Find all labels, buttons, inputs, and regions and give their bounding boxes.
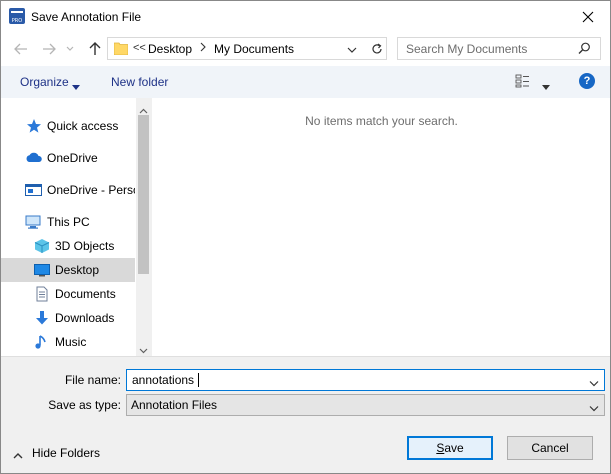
document-icon <box>34 286 50 302</box>
sidebar-item-onedrive[interactable]: OneDrive <box>1 146 135 170</box>
sidebar-item-desktop[interactable]: Desktop <box>1 258 135 282</box>
download-icon <box>34 310 50 326</box>
navigation-pane: Quick access OneDrive OneDrive - Perso T… <box>1 98 151 356</box>
window-title: Save Annotation File <box>31 10 142 24</box>
search-icon[interactable] <box>578 42 591 58</box>
sidebar-item-label: 3D Objects <box>55 239 115 253</box>
organize-button[interactable]: Organize <box>20 75 69 89</box>
sidebar-item-3d-objects[interactable]: 3D Objects <box>1 234 135 258</box>
sidebar-item-downloads[interactable]: Downloads <box>1 306 135 330</box>
svg-text:PRO: PRO <box>12 18 22 24</box>
save-type-dropdown-icon[interactable] <box>589 401 599 415</box>
organize-caret-icon[interactable] <box>72 79 80 93</box>
chevron-right-icon[interactable] <box>200 42 206 55</box>
command-bar: Organize New folder ? <box>1 66 610 98</box>
sidebar-item-label: OneDrive <box>47 151 98 165</box>
onedrive-business-icon <box>25 182 42 198</box>
address-overflow[interactable]: << <box>133 42 146 54</box>
save-type-label: Save as type: <box>48 398 121 412</box>
scrollbar-thumb[interactable] <box>138 115 149 274</box>
chevron-down-icon[interactable] <box>63 40 77 58</box>
new-folder-button[interactable]: New folder <box>111 75 168 89</box>
file-name-field[interactable]: annotations <box>126 369 605 391</box>
hide-folders-label: Hide Folders <box>32 446 101 460</box>
sidebar-item-onedrive-personal[interactable]: OneDrive - Perso <box>1 178 135 202</box>
refresh-icon[interactable] <box>365 39 387 59</box>
address-dropdown-icon[interactable] <box>347 43 357 57</box>
sidebar-item-this-pc[interactable]: This PC <box>1 210 135 234</box>
sidebar-item-label: Music <box>55 335 87 349</box>
folder-icon <box>113 42 129 58</box>
back-arrow-icon[interactable] <box>11 40 31 58</box>
search-placeholder: Search My Documents <box>406 42 528 56</box>
view-caret-icon[interactable] <box>542 79 550 93</box>
sidebar-item-label: This PC <box>47 215 90 229</box>
chevron-up-icon <box>13 448 23 462</box>
sidebar-item-label: Desktop <box>55 263 100 277</box>
sidebar-item-documents[interactable]: Documents <box>1 282 135 306</box>
cube-icon <box>34 238 50 254</box>
computer-icon <box>25 214 41 230</box>
search-input[interactable]: Search My Documents <box>397 37 601 60</box>
help-icon[interactable]: ? <box>579 73 595 89</box>
save-dialog: PRO Save Annotation File << Desktop My D… <box>0 0 611 474</box>
save-button[interactable]: Save <box>407 436 493 460</box>
music-icon <box>34 334 50 350</box>
save-type-value: Annotation Files <box>131 398 218 412</box>
sidebar-item-label: Quick access <box>47 119 119 133</box>
cancel-button[interactable]: Cancel <box>507 436 593 460</box>
empty-message: No items match your search. <box>305 114 458 128</box>
address-row: << Desktop My Documents Search My Docume… <box>1 32 610 66</box>
address-segment-desktop[interactable]: Desktop <box>148 42 192 56</box>
file-name-label: File name: <box>64 373 121 387</box>
scroll-down-icon[interactable] <box>139 343 148 357</box>
address-bar[interactable]: << Desktop My Documents <box>107 37 387 60</box>
sidebar-item-music[interactable]: Music <box>1 330 135 354</box>
forward-arrow-icon[interactable] <box>39 40 59 58</box>
file-list-pane[interactable]: No items match your search. <box>151 98 610 356</box>
file-name-value: annotations <box>132 373 195 387</box>
star-icon <box>26 118 42 134</box>
sidebar-item-quick-access[interactable]: Quick access <box>1 114 135 138</box>
text-caret <box>198 373 199 387</box>
file-name-dropdown-icon[interactable] <box>589 376 599 390</box>
sidebar-item-label: Downloads <box>55 311 115 325</box>
title-bar: PRO Save Annotation File <box>1 1 610 32</box>
app-icon: PRO <box>9 8 25 24</box>
up-arrow-icon[interactable] <box>85 40 105 58</box>
view-options-icon[interactable] <box>515 74 531 91</box>
navigation-scrollbar[interactable] <box>136 98 151 356</box>
sidebar-item-label: Documents <box>55 287 116 301</box>
address-segment-my-documents[interactable]: My Documents <box>214 42 294 56</box>
close-icon[interactable] <box>566 1 610 32</box>
cloud-icon <box>25 150 42 166</box>
sidebar-item-label: OneDrive - Perso <box>47 183 135 197</box>
save-type-select[interactable]: Annotation Files <box>126 394 605 416</box>
save-form: File name: annotations Save as type: Ann… <box>1 356 610 473</box>
desktop-icon <box>34 262 50 278</box>
